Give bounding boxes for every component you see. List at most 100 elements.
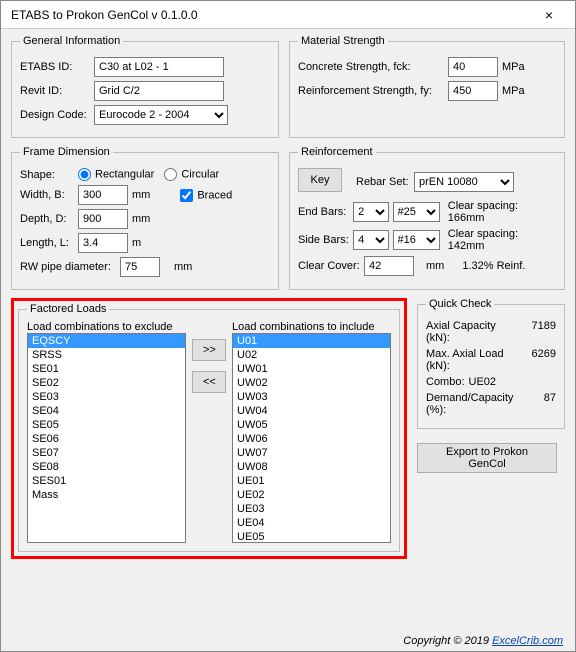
list-item[interactable]: UW03: [233, 390, 390, 404]
shape-rect-radio[interactable]: Rectangular: [78, 168, 154, 181]
rw-unit: mm: [174, 261, 192, 273]
material-strength-legend: Material Strength: [298, 35, 388, 47]
list-item[interactable]: Mass: [28, 488, 185, 502]
axial-capacity-value: 7189: [516, 320, 556, 344]
rw-input[interactable]: [120, 257, 160, 277]
key-button[interactable]: Key: [298, 168, 342, 192]
list-item[interactable]: SE02: [28, 376, 185, 390]
fy-label: Reinforcement Strength, fy:: [298, 85, 448, 97]
shape-circ-radio[interactable]: Circular: [164, 168, 219, 181]
side-bars-count-select[interactable]: 4: [353, 230, 388, 250]
max-axial-load-value: 6269: [516, 348, 556, 372]
list-item[interactable]: SE08: [28, 460, 185, 474]
etabs-id-input[interactable]: [94, 57, 224, 77]
cover-input[interactable]: [364, 256, 414, 276]
end-bars-count-select[interactable]: 2: [353, 202, 388, 222]
fck-input[interactable]: [448, 57, 498, 77]
exclude-listbox[interactable]: EQSCYSRSSSE01SE02SE03SE04SE05SE06SE07SE0…: [27, 333, 186, 543]
length-input[interactable]: [78, 233, 128, 253]
list-item[interactable]: SRSS: [28, 348, 185, 362]
fy-input[interactable]: [448, 81, 498, 101]
rebar-set-select[interactable]: prEN 10080: [414, 172, 514, 192]
design-code-select[interactable]: Eurocode 2 - 2004: [94, 105, 228, 125]
list-item[interactable]: SES01: [28, 474, 185, 488]
window: ETABS to Prokon GenCol v 0.1.0.0 × Gener…: [0, 0, 576, 652]
end-bars-size-select[interactable]: #25: [393, 202, 440, 222]
reinf-pct: 1.32% Reinf.: [462, 260, 525, 272]
move-right-button[interactable]: >>: [192, 339, 226, 361]
combo-value: UE02: [469, 376, 497, 388]
etabs-id-label: ETABS ID:: [20, 61, 94, 73]
end-bars-label: End Bars:: [298, 206, 353, 218]
list-item[interactable]: UW07: [233, 446, 390, 460]
width-input[interactable]: [78, 185, 128, 205]
factored-loads-highlight: Factored Loads Load combinations to excl…: [11, 298, 407, 559]
list-item[interactable]: UW02: [233, 376, 390, 390]
list-item[interactable]: UE02: [233, 488, 390, 502]
braced-checkbox[interactable]: Braced: [180, 189, 232, 202]
list-item[interactable]: SE04: [28, 404, 185, 418]
rw-label: RW pipe diameter:: [20, 261, 120, 273]
cover-unit: mm: [426, 260, 444, 272]
exclude-label: Load combinations to exclude: [27, 321, 186, 333]
list-item[interactable]: SE03: [28, 390, 185, 404]
revit-id-input[interactable]: [94, 81, 224, 101]
export-button[interactable]: Export to Prokon GenCol: [417, 443, 557, 473]
list-item[interactable]: UE03: [233, 502, 390, 516]
width-label: Width, B:: [20, 189, 78, 201]
rebar-set-label: Rebar Set:: [356, 176, 414, 188]
depth-input[interactable]: [78, 209, 128, 229]
side-bars-label: Side Bars:: [298, 234, 353, 246]
demand-capacity-value: 87: [516, 392, 556, 416]
list-item[interactable]: SE06: [28, 432, 185, 446]
list-item[interactable]: UW05: [233, 418, 390, 432]
list-item[interactable]: UW06: [233, 432, 390, 446]
axial-capacity-label: Axial Capacity (kN):: [426, 320, 516, 344]
frame-dimension-group: Frame Dimension Shape: Rectangular Circu…: [11, 146, 279, 290]
revit-id-label: Revit ID:: [20, 85, 94, 97]
depth-label: Depth, D:: [20, 213, 78, 225]
close-icon[interactable]: ×: [529, 2, 569, 28]
factored-loads-legend: Factored Loads: [27, 303, 109, 315]
list-item[interactable]: UE05: [233, 530, 390, 543]
list-item[interactable]: UW04: [233, 404, 390, 418]
reinforcement-group: Reinforcement Key Rebar Set: prEN 10080 …: [289, 146, 565, 290]
footer-link[interactable]: ExcelCrib.com: [492, 635, 563, 647]
quick-check-group: Quick Check Axial Capacity (kN):7189 Max…: [417, 298, 565, 429]
list-item[interactable]: U02: [233, 348, 390, 362]
general-info-group: General Information ETABS ID: Revit ID: …: [11, 35, 279, 138]
footer: Copyright © 2019 ExcelCrib.com: [403, 635, 563, 647]
quick-check-legend: Quick Check: [426, 298, 494, 310]
window-title: ETABS to Prokon GenCol v 0.1.0.0: [11, 8, 529, 22]
list-item[interactable]: SE01: [28, 362, 185, 376]
combo-label: Combo:: [426, 376, 465, 388]
side-bars-spacing: Clear spacing: 142mm: [448, 228, 556, 252]
length-label: Length, L:: [20, 237, 78, 249]
titlebar: ETABS to Prokon GenCol v 0.1.0.0 ×: [1, 1, 575, 29]
max-axial-load-label: Max. Axial Load (kN):: [426, 348, 516, 372]
include-listbox[interactable]: U01U02UW01UW02UW03UW04UW05UW06UW07UW08UE…: [232, 333, 391, 543]
list-item[interactable]: EQSCY: [28, 334, 185, 348]
frame-dimension-legend: Frame Dimension: [20, 146, 113, 158]
list-item[interactable]: UE04: [233, 516, 390, 530]
fy-unit: MPa: [502, 85, 525, 97]
fck-label: Concrete Strength, fck:: [298, 61, 448, 73]
side-bars-size-select[interactable]: #16: [393, 230, 440, 250]
material-strength-group: Material Strength Concrete Strength, fck…: [289, 35, 565, 138]
depth-unit: mm: [132, 213, 150, 225]
list-item[interactable]: SE05: [28, 418, 185, 432]
factored-loads-group: Factored Loads Load combinations to excl…: [18, 303, 400, 552]
length-unit: m: [132, 237, 141, 249]
list-item[interactable]: U01: [233, 334, 390, 348]
reinforcement-legend: Reinforcement: [298, 146, 376, 158]
list-item[interactable]: UE01: [233, 474, 390, 488]
design-code-label: Design Code:: [20, 109, 94, 121]
list-item[interactable]: UW08: [233, 460, 390, 474]
list-item[interactable]: SE07: [28, 446, 185, 460]
fck-unit: MPa: [502, 61, 525, 73]
list-item[interactable]: UW01: [233, 362, 390, 376]
shape-label: Shape:: [20, 169, 78, 181]
move-left-button[interactable]: <<: [192, 371, 226, 393]
include-label: Load combinations to include: [232, 321, 391, 333]
demand-capacity-label: Demand/Capacity (%):: [426, 392, 516, 416]
